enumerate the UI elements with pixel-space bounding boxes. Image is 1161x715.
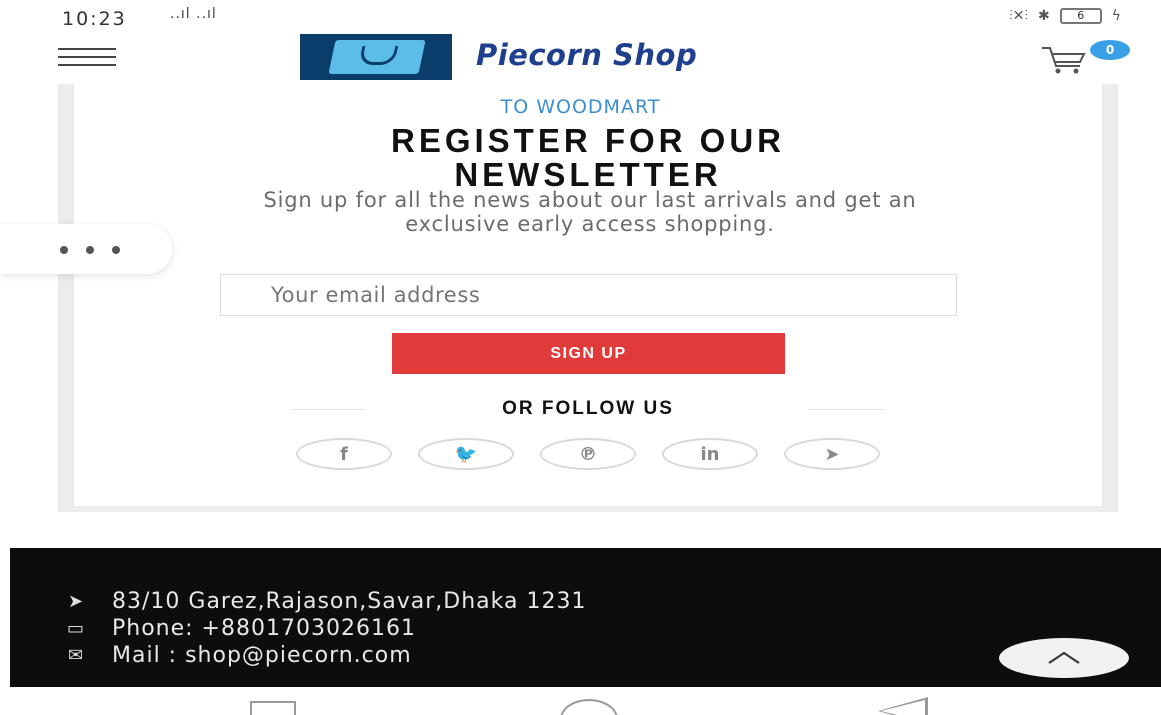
scroll-to-top-button[interactable] bbox=[999, 638, 1129, 678]
telegram-icon: ➤ bbox=[824, 443, 840, 465]
hamburger-menu-icon[interactable] bbox=[58, 48, 116, 70]
location-arrow-icon: ➤ bbox=[67, 591, 85, 612]
signal-icon: ..ıl ..ıl bbox=[170, 6, 217, 22]
envelope-icon: ✉ bbox=[67, 645, 85, 666]
newsletter-kicker: TO WOODMART bbox=[500, 96, 661, 118]
back-icon[interactable] bbox=[878, 697, 928, 715]
shopping-bag-icon bbox=[328, 40, 426, 74]
dot-icon bbox=[86, 246, 94, 254]
status-bar: 10:23 ..ıl ..ıl ⫶✕⫶ ✱ 6 ϟ bbox=[0, 0, 1161, 34]
footer-phone[interactable]: Phone: +8801703026161 bbox=[112, 616, 416, 641]
footer-address-row: ➤ 83/10 Garez,Rajason,Savar,Dhaka 1231 bbox=[60, 589, 586, 614]
pinterest-button[interactable]: ℗ bbox=[540, 438, 636, 470]
facebook-button[interactable]: f bbox=[296, 438, 392, 470]
status-icons: ⫶✕⫶ ✱ 6 ϟ bbox=[1009, 8, 1121, 24]
system-nav-bar bbox=[0, 687, 1161, 715]
social-links: f 🐦 ℗ in ➤ bbox=[296, 438, 880, 470]
twitter-icon: 🐦 bbox=[454, 443, 478, 465]
dot-icon bbox=[112, 246, 120, 254]
newsletter-title-line2: NEWSLETTER bbox=[454, 156, 722, 193]
cart-count-badge: 0 bbox=[1090, 40, 1130, 60]
bluetooth-icon: ✱ bbox=[1038, 8, 1050, 24]
recent-apps-icon[interactable] bbox=[250, 701, 296, 715]
signup-button[interactable]: SIGN UP bbox=[392, 333, 785, 374]
email-input[interactable] bbox=[220, 274, 957, 316]
brand-name[interactable]: Piecorn Shop bbox=[476, 38, 697, 72]
newsletter-title-line1: REGISTER FOR OUR bbox=[390, 122, 786, 159]
newsletter-description: Sign up for all the news about our last … bbox=[263, 188, 917, 236]
footer-mail[interactable]: Mail : shop@piecorn.com bbox=[112, 643, 412, 668]
more-options-button[interactable] bbox=[0, 224, 172, 274]
newsletter-title: REGISTER FOR OUR NEWSLETTER bbox=[0, 124, 1161, 192]
app-header: Piecorn Shop 0 bbox=[0, 34, 1161, 84]
status-time: 10:23 bbox=[62, 8, 127, 30]
vibrate-icon: ⫶✕⫶ bbox=[1009, 8, 1029, 24]
telegram-button[interactable]: ➤ bbox=[784, 438, 880, 470]
follow-us-label: OR FOLLOW US bbox=[502, 398, 674, 419]
twitter-button[interactable]: 🐦 bbox=[418, 438, 514, 470]
footer-phone-row: ▭ Phone: +8801703026161 bbox=[60, 616, 416, 641]
logo[interactable] bbox=[300, 34, 452, 80]
tablet-icon: ▭ bbox=[66, 618, 85, 639]
pinterest-icon: ℗ bbox=[579, 443, 597, 465]
footer-address: 83/10 Garez,Rajason,Savar,Dhaka 1231 bbox=[112, 589, 587, 614]
footer-mail-row: ✉ Mail : shop@piecorn.com bbox=[60, 643, 412, 668]
chevron-up-icon bbox=[1048, 651, 1080, 664]
dot-icon bbox=[60, 246, 68, 254]
home-icon[interactable] bbox=[560, 699, 618, 715]
battery-icon: 6 bbox=[1059, 8, 1102, 24]
facebook-icon: f bbox=[340, 443, 348, 465]
linkedin-button[interactable]: in bbox=[662, 438, 758, 470]
cart-icon[interactable] bbox=[1040, 44, 1090, 74]
charging-icon: ϟ bbox=[1111, 8, 1121, 24]
linkedin-icon: in bbox=[700, 443, 720, 465]
